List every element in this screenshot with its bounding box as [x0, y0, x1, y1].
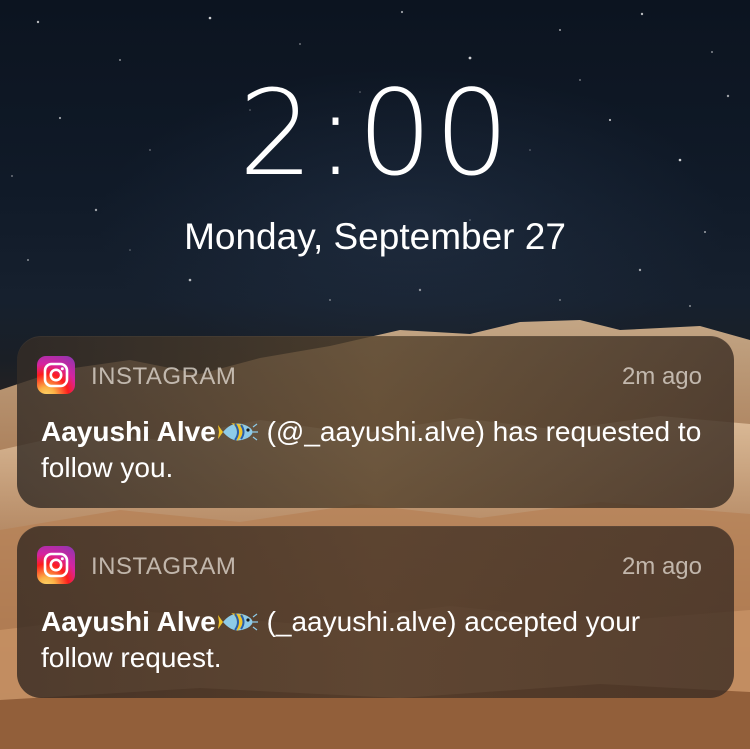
notification-sender: Aayushi Alve — [41, 416, 216, 447]
notification-message: Aayushi Alve (@_aayushi.alve) has reques… — [41, 414, 713, 486]
instagram-icon — [37, 356, 75, 394]
notification-app-name: INSTAGRAM — [91, 363, 237, 390]
lock-screen-date: Monday, September 27 — [184, 216, 566, 257]
tropical-fish-emoji — [217, 423, 258, 441]
notification-message: Aayushi Alve (_aayushi.alve) accepted yo… — [41, 604, 713, 676]
instagram-icon — [37, 546, 75, 584]
notification-time: 2m ago — [621, 363, 702, 390]
tropical-fish-emoji — [217, 613, 258, 631]
notification-card[interactable]: INSTAGRAM 2m ago Aayushi Alve (@_aayushi… — [17, 336, 734, 508]
notification-time: 2m ago — [621, 553, 702, 580]
notification-card[interactable]: INSTAGRAM 2m ago Aayushi Alve (_aayushi.… — [17, 526, 734, 698]
lock-screen-time: 2:00 — [238, 64, 512, 202]
notification-sender: Aayushi Alve — [41, 606, 216, 637]
lock-screen: 2:00 Monday, September 27 INSTAGRAM 2m a… — [0, 0, 750, 749]
notification-app-name: INSTAGRAM — [91, 553, 237, 580]
